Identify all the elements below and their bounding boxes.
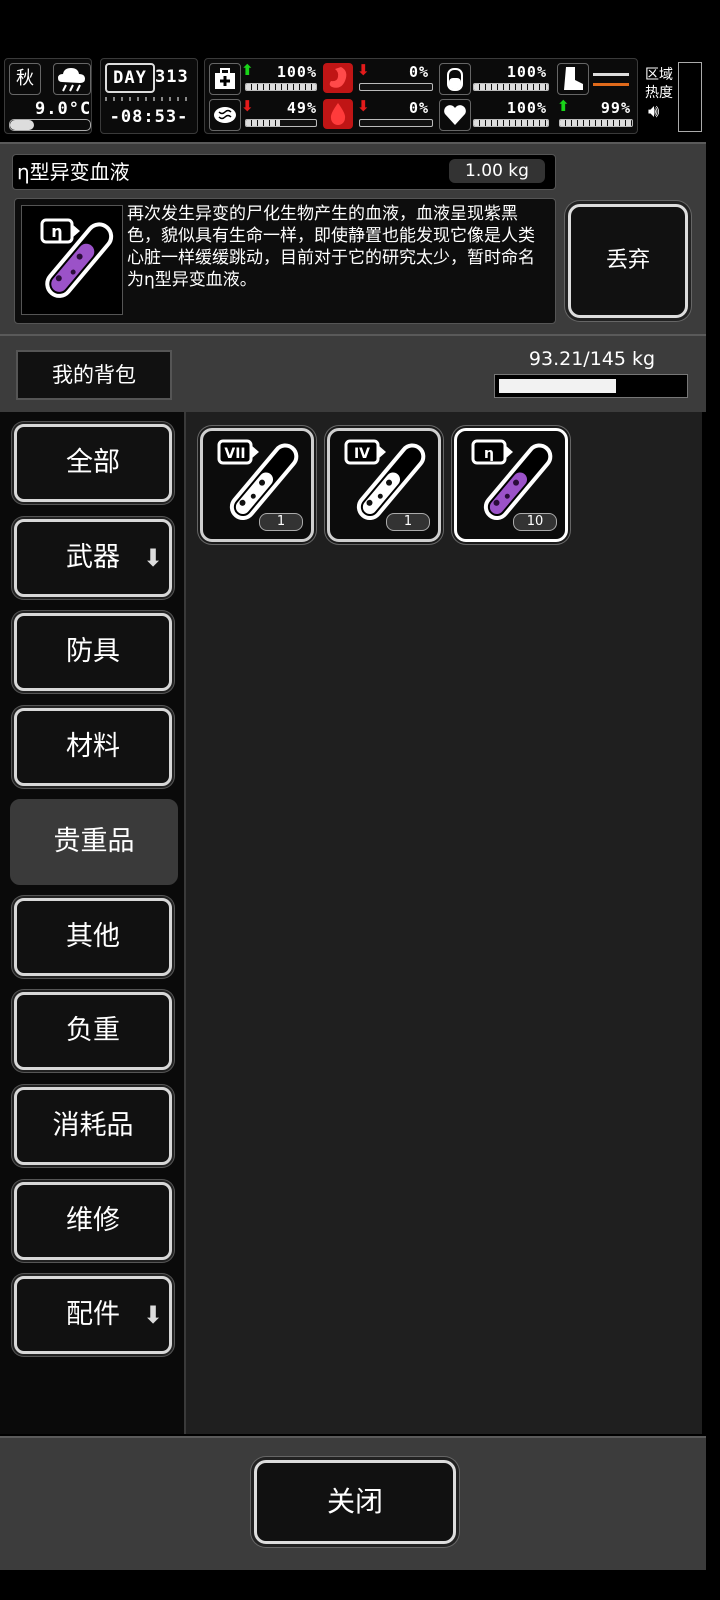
bag-capacity-bar xyxy=(494,374,688,398)
item-name-bar: η型异变血液 1.00 kg xyxy=(12,154,556,190)
area-heat-label: 区域 热度 xyxy=(642,66,676,102)
discard-button[interactable]: 丢弃 xyxy=(568,204,688,318)
category-button[interactable]: 全部 xyxy=(14,424,172,502)
brain-icon xyxy=(209,99,241,131)
heart-icon xyxy=(439,99,471,131)
stamina-line-orange xyxy=(593,83,629,86)
day-number: 313 xyxy=(155,67,189,87)
inventory-slot[interactable]: IV 1 xyxy=(327,428,441,542)
item-count-badge: 1 xyxy=(386,513,430,531)
medical-trend-up-icon: ⬆ xyxy=(241,61,254,79)
category-label: 负重 xyxy=(66,1015,120,1047)
category-label: 防具 xyxy=(66,636,120,668)
drink-value: 100% xyxy=(506,63,547,81)
vitals-panel: ⬆ 100% ⬇ 0% 100% ⬇ 49% ⬇ 0% 100% ⬆ 99% xyxy=(204,58,638,134)
vial-tag-text: η xyxy=(51,222,62,241)
blood-vial-icon: η xyxy=(40,218,114,298)
category-button[interactable]: 防具 xyxy=(14,613,172,692)
brain-value: 49% xyxy=(286,99,317,117)
boot-icon xyxy=(557,63,589,95)
category-button[interactable]: 贵重品 xyxy=(10,798,178,885)
temperature-gauge xyxy=(9,119,91,131)
category-button[interactable]: 负重 xyxy=(14,992,172,1071)
category-label: 消耗品 xyxy=(52,1109,134,1141)
area-heat-label-line2: 热度 xyxy=(645,85,673,101)
category-label: 维修 xyxy=(66,1204,120,1236)
close-button[interactable]: 关闭 xyxy=(254,1460,456,1544)
category-label: 材料 xyxy=(66,731,120,763)
item-description-box: η 再次发生异变的尸化生物产生的血液，血液呈现紫黑色，貌似具有生命一样，即使静置… xyxy=(14,198,556,324)
inventory-slot[interactable]: VII 1 xyxy=(200,428,314,542)
medkit-icon xyxy=(209,63,241,95)
category-button[interactable]: 武器 ⬇ xyxy=(14,518,172,597)
inventory-grid: VII 1 IV 1 η 10 xyxy=(186,412,702,1434)
drink-bar xyxy=(473,83,549,91)
category-label: 全部 xyxy=(66,447,120,478)
category-button[interactable]: 维修 xyxy=(14,1181,172,1260)
category-label: 其他 xyxy=(66,920,120,952)
item-name: η型异变血液 xyxy=(17,160,130,184)
blood-drop-icon xyxy=(323,99,353,129)
stamina-value: 99% xyxy=(600,99,631,117)
slot-tag-text: IV xyxy=(354,446,370,462)
hunger-trend-down-icon: ⬇ xyxy=(357,61,370,79)
stamina-bar xyxy=(559,119,633,127)
dropdown-arrow-icon: ⬇ xyxy=(142,543,163,572)
slot-tag-text: VII xyxy=(224,446,245,462)
selected-item-icon: η xyxy=(21,205,123,315)
brain-trend-down-icon: ⬇ xyxy=(241,97,254,115)
medical-bar xyxy=(245,83,317,91)
season-label: 秋 xyxy=(9,63,41,95)
slot-tag-text: η xyxy=(484,446,494,462)
heart-value: 100% xyxy=(506,99,547,117)
category-button[interactable]: 其他 xyxy=(14,897,172,976)
item-count-badge: 10 xyxy=(513,513,557,531)
bag-header: 我的背包 93.21/145 kg xyxy=(0,334,706,412)
bag-capacity-text: 93.21/145 kg xyxy=(528,348,656,370)
category-button[interactable]: 材料 xyxy=(14,708,172,787)
blood-bar xyxy=(359,119,433,127)
water-bottle-icon xyxy=(439,63,471,95)
category-button[interactable]: 消耗品 xyxy=(14,1086,172,1165)
stamina-line-white xyxy=(593,73,629,76)
category-button[interactable]: 配件 ⬇ xyxy=(14,1276,172,1355)
bag-capacity-fill xyxy=(499,379,617,393)
status-bar: 秋 9.0°C DAY 313 -08:53- ⬆ 100% ⬇ 0% 100%… xyxy=(0,56,706,136)
category-sidebar: 全部武器 ⬇ 防具材料贵重品其他负重消耗品维修配件 ⬇ xyxy=(0,412,187,1434)
storm-cloud-icon xyxy=(53,63,91,95)
speaker-icon[interactable]: 🔊︎ xyxy=(648,102,670,122)
clock-time: -08:53- xyxy=(109,107,189,127)
dropdown-arrow-icon: ⬇ xyxy=(142,1301,163,1330)
heart-bar xyxy=(473,119,549,127)
brain-bar xyxy=(245,119,317,127)
category-label: 贵重品 xyxy=(53,825,135,857)
item-weight: 1.00 kg xyxy=(449,159,545,183)
item-description: 再次发生异变的尸化生物产生的血液，血液呈现紫黑色，貌似具有生命一样，即使静置也能… xyxy=(127,204,535,290)
inventory-slot[interactable]: η 10 xyxy=(454,428,568,542)
hunger-bar xyxy=(359,83,433,91)
day-time-panel: DAY 313 -08:53- xyxy=(100,58,198,134)
temperature-readout: 9.0°C xyxy=(35,99,92,119)
bag-title: 我的背包 xyxy=(16,350,172,400)
area-heat-label-line1: 区域 xyxy=(645,67,673,83)
blood-value: 0% xyxy=(408,99,429,117)
day-label: DAY xyxy=(105,63,155,93)
time-tick-row xyxy=(105,97,193,101)
category-label: 武器 xyxy=(66,541,120,573)
category-label: 配件 xyxy=(66,1299,120,1331)
blood-trend-down-icon: ⬇ xyxy=(357,97,370,115)
area-heat-meter xyxy=(678,62,702,132)
hunger-value: 0% xyxy=(408,63,429,81)
weather-panel: 秋 9.0°C xyxy=(4,58,92,134)
item-count-badge: 1 xyxy=(259,513,303,531)
medical-value: 100% xyxy=(276,63,317,81)
stomach-icon xyxy=(323,63,353,93)
stamina-trend-up-icon: ⬆ xyxy=(557,97,570,115)
